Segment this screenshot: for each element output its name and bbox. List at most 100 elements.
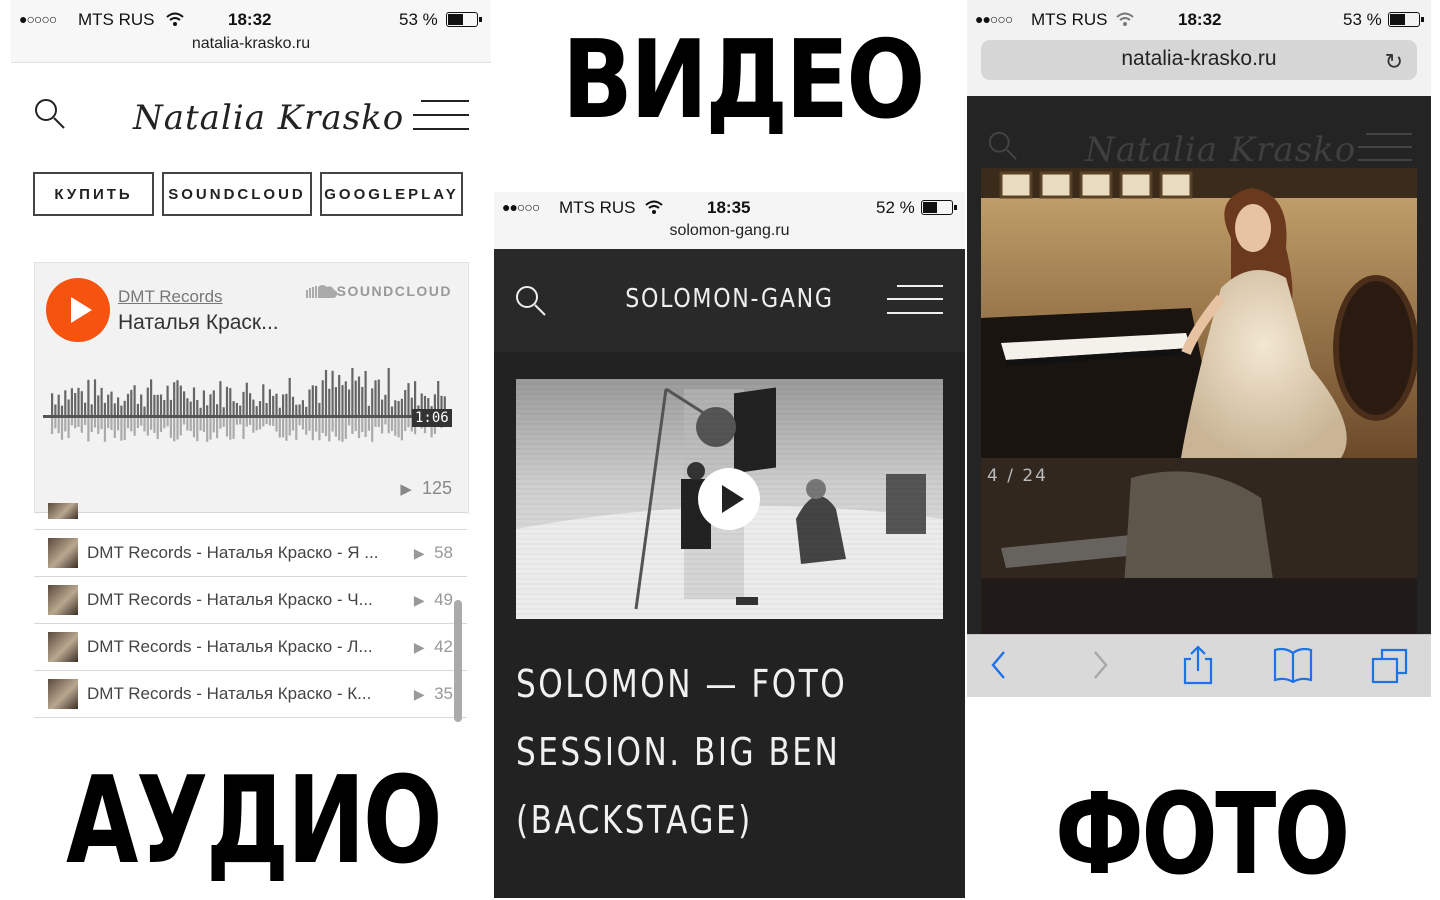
waveform-bar-reflection xyxy=(103,418,106,442)
waveform-bar-reflection xyxy=(97,418,100,434)
waveform-bar-reflection xyxy=(285,418,288,441)
forward-icon[interactable] xyxy=(1090,649,1110,681)
video-title[interactable]: SOLOMON — FOTO SESSION. BIG BEN (BACKSTA… xyxy=(516,650,860,854)
waveform-bar xyxy=(209,394,212,416)
search-icon[interactable] xyxy=(987,130,1019,162)
tabs-icon[interactable] xyxy=(1371,648,1409,684)
url-label[interactable]: solomon-gang.ru xyxy=(494,222,965,240)
track-row[interactable]: DMT Records - Наталья Краско - Я ... ▶ 5… xyxy=(34,529,467,576)
waveform-bar xyxy=(113,403,116,416)
waveform-bar xyxy=(249,393,252,416)
waveform-bar xyxy=(387,368,390,416)
battery-percent: 52 % xyxy=(876,198,915,217)
waveform-bar xyxy=(100,387,103,416)
playback-time: 1:06 xyxy=(412,409,452,427)
track-plays: ▶ 42 xyxy=(413,637,453,656)
player-artist-link[interactable]: DMT Records xyxy=(118,287,223,307)
waveform-bar-reflection xyxy=(117,418,120,431)
waveform-bar xyxy=(272,395,275,416)
waveform-bar-reflection xyxy=(328,418,331,442)
soundcloud-button[interactable]: SOUNDCLOUD xyxy=(162,172,312,216)
url-label[interactable]: natalia-krasko.ru xyxy=(11,35,491,53)
waveform-bar xyxy=(196,399,199,416)
track-plays: ▶ 35 xyxy=(413,684,453,703)
waveform-bar xyxy=(67,399,70,416)
waveform-bar xyxy=(64,390,67,416)
wifi-icon xyxy=(645,200,663,214)
waveform-bar-reflection xyxy=(202,418,205,432)
waveform-bar xyxy=(324,369,328,416)
googleplay-button[interactable]: GOOGLEPLAY xyxy=(320,172,463,216)
track-list-scrollbar[interactable] xyxy=(454,600,462,722)
gallery-photo[interactable] xyxy=(981,168,1417,458)
menu-icon[interactable] xyxy=(413,100,469,130)
waveform-bar-reflection xyxy=(77,418,80,427)
waveform-bar-reflection xyxy=(212,418,215,433)
track-row[interactable]: DMT Records - Наталья Краско - К... ▶ 35 xyxy=(34,670,467,717)
waveform-bar-reflection xyxy=(130,418,133,432)
menu-icon[interactable] xyxy=(887,285,943,315)
waveform-bar xyxy=(222,407,225,416)
address-bar[interactable]: natalia-krasko.ru ↻ xyxy=(981,40,1417,80)
video-play-button[interactable] xyxy=(698,468,760,530)
waveform-bar-reflection xyxy=(80,418,83,433)
waveform-bar xyxy=(51,393,54,416)
search-icon[interactable] xyxy=(33,97,67,131)
buy-button[interactable]: КУПИТЬ xyxy=(33,172,154,216)
bookmarks-icon[interactable] xyxy=(1273,647,1313,683)
waveform-bar xyxy=(371,388,374,416)
waveform-bar xyxy=(282,394,285,416)
waveform-bar xyxy=(110,391,113,416)
waveform-bar xyxy=(173,382,176,416)
wifi-icon xyxy=(166,12,184,26)
waveform-bar xyxy=(156,394,159,416)
waveform-bar-reflection xyxy=(288,418,291,436)
player-track-title[interactable]: Наталья Краск... xyxy=(118,311,279,335)
site-logo[interactable]: Natalia Krasko xyxy=(1085,130,1356,170)
waveform-bar-reflection xyxy=(216,418,219,439)
waveform-bar-reflection xyxy=(235,418,238,425)
track-thumbnail xyxy=(48,679,78,709)
site-logo[interactable]: Natalia Krasko xyxy=(133,98,404,138)
waveform[interactable] xyxy=(43,368,453,458)
track-thumbnail xyxy=(48,585,78,615)
site-title[interactable]: SOLOMON-GANG xyxy=(529,284,929,314)
waveform-bar-reflection xyxy=(87,418,90,442)
back-icon[interactable] xyxy=(989,649,1009,681)
photo-label: ФОТО xyxy=(1055,770,1350,900)
waveform-bar xyxy=(364,370,367,416)
track-row[interactable]: DMT Records - Наталья Краско - Ч... ▶ 49 xyxy=(34,576,467,623)
track-row[interactable]: DMT Records - Наталья Краско - Л... ▶ 42 xyxy=(34,623,467,670)
waveform-bar xyxy=(176,380,179,416)
waveform-bar xyxy=(206,405,209,416)
menu-icon[interactable] xyxy=(1356,133,1412,163)
soundcloud-player: DMT Records Наталья Краск... SOUNDCLOUD … xyxy=(34,262,469,514)
reload-icon[interactable]: ↻ xyxy=(1385,49,1403,75)
waveform-bar-reflection xyxy=(143,418,146,432)
waveform-bar-reflection xyxy=(394,418,397,436)
waveform-bar xyxy=(328,388,331,416)
waveform-bar xyxy=(169,399,172,416)
waveform-bar xyxy=(146,387,149,416)
waveform-bar xyxy=(384,394,387,416)
waveform-bar-reflection xyxy=(407,418,410,428)
waveform-bar-reflection xyxy=(384,418,387,425)
waveform-bar xyxy=(232,401,235,416)
waveform-bar-reflection xyxy=(219,418,222,429)
play-count: ▶ 125 xyxy=(400,478,452,498)
waveform-bar xyxy=(70,388,73,416)
waveform-bar-reflection xyxy=(272,418,275,426)
waveform-bar xyxy=(216,404,219,416)
waveform-bar-reflection xyxy=(225,418,229,437)
play-button[interactable] xyxy=(46,278,110,342)
waveform-bar xyxy=(199,407,202,416)
waveform-bar xyxy=(258,401,262,416)
waveform-bar xyxy=(159,394,163,416)
share-icon[interactable] xyxy=(1182,645,1214,685)
waveform-bar-reflection xyxy=(120,418,123,441)
waveform-bar-reflection xyxy=(150,418,153,430)
waveform-bar-reflection xyxy=(229,418,232,440)
waveform-bar-reflection xyxy=(361,418,364,432)
video-thumbnail[interactable] xyxy=(516,379,943,619)
carrier-label: MTS RUS xyxy=(559,198,636,217)
